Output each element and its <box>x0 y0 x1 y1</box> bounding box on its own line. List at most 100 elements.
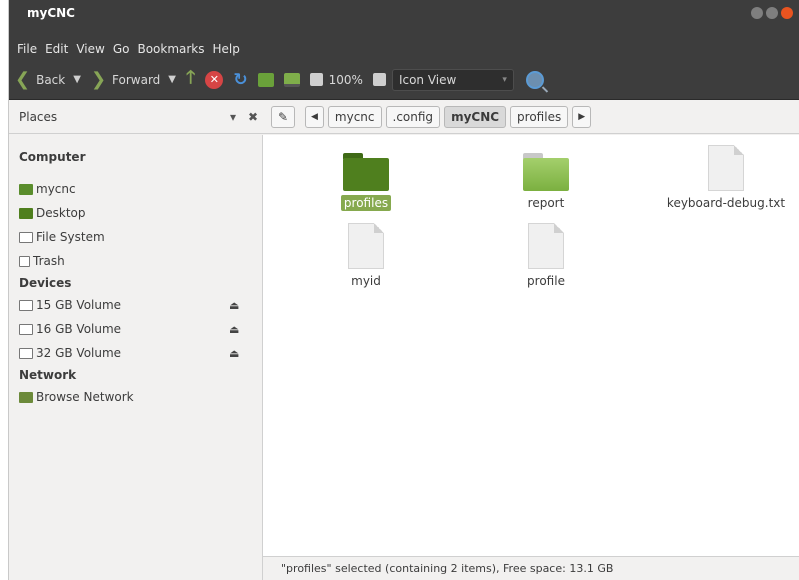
sidebar-item-file-system[interactable]: File System <box>9 225 262 249</box>
folder-icon <box>523 153 569 191</box>
stop-icon: ✕ <box>205 70 224 89</box>
sidebar-item-label: 15 GB Volume <box>36 298 122 312</box>
file-name: profile <box>527 274 565 288</box>
sidebar-item-browse-network[interactable]: Browse Network <box>9 385 262 409</box>
sidebar-item-label: 32 GB Volume <box>36 346 122 360</box>
menu-edit[interactable]: Edit <box>41 42 72 56</box>
status-bar: "profiles" selected (containing 2 items)… <box>263 556 799 580</box>
menu-file[interactable]: File <box>13 42 41 56</box>
zoom-in-button[interactable] <box>372 68 386 92</box>
home-button[interactable] <box>257 68 274 92</box>
sidebar-item-15gb-volume[interactable]: 15 GB Volume ⏏ <box>9 293 262 317</box>
file-view: profiles report keyboard-debug.txt myid … <box>263 135 799 580</box>
reload-button[interactable]: ↻ <box>233 68 247 92</box>
file-item-keyboard-debug[interactable]: keyboard-debug.txt <box>661 145 791 211</box>
breadcrumb-item-mycnc[interactable]: mycnc <box>327 105 382 128</box>
usb-drive-icon <box>19 347 33 359</box>
network-icon <box>19 391 33 403</box>
menu-view[interactable]: View <box>72 42 108 56</box>
places-selector[interactable]: Places <box>19 110 223 124</box>
section-title-devices: Devices <box>19 276 72 290</box>
eject-icon[interactable]: ⏏ <box>229 347 239 360</box>
reload-icon: ↻ <box>233 69 248 90</box>
breadcrumb-right-arrow-icon[interactable]: ▶ <box>572 105 592 128</box>
breadcrumb: ✎ ◀ mycnc .config myCNC profiles ▶ <box>263 100 799 134</box>
zoom-level: 100% <box>328 72 363 87</box>
title-bar: myCNC <box>9 0 799 38</box>
file-icon <box>528 223 564 269</box>
places-sidebar: Computer mycnc Desktop File System Trash… <box>9 135 263 580</box>
file-manager-window: myCNC File Edit View Go Bookmarks Help ❮… <box>8 0 799 580</box>
sidebar-item-label: Desktop <box>36 206 86 220</box>
file-name: myid <box>351 274 381 288</box>
back-dropdown-icon[interactable]: ▼ <box>73 74 81 85</box>
menu-bar: File Edit View Go Bookmarks Help <box>9 38 799 60</box>
zoom-in-icon <box>372 73 386 86</box>
menu-go[interactable]: Go <box>109 42 134 56</box>
breadcrumb-item-config[interactable]: .config <box>385 105 441 128</box>
eject-icon[interactable]: ⏏ <box>229 323 239 336</box>
sidebar-item-32gb-volume[interactable]: 32 GB Volume ⏏ <box>9 341 262 365</box>
folder-icon <box>343 153 389 191</box>
chevron-down-icon: ▾ <box>502 74 507 85</box>
drive-icon <box>19 299 33 311</box>
file-item-profiles[interactable]: profiles <box>301 153 431 211</box>
sidebar-item-label: 16 GB Volume <box>36 322 122 336</box>
sidebar-item-mycnc[interactable]: mycnc <box>9 177 262 201</box>
breadcrumb-item-mycnc-active[interactable]: myCNC <box>444 105 507 128</box>
forward-button[interactable]: ❯ Forward ▼ <box>91 68 176 92</box>
back-chevron-icon: ❮ <box>15 69 31 90</box>
window-controls <box>751 7 793 19</box>
computer-button[interactable] <box>283 68 300 92</box>
breadcrumb-item-profiles[interactable]: profiles <box>510 105 569 128</box>
desktop-icon <box>19 207 33 219</box>
menu-bookmarks[interactable]: Bookmarks <box>133 42 208 56</box>
window-title: myCNC <box>27 6 75 20</box>
sidebar-item-trash[interactable]: Trash <box>9 249 262 273</box>
sidebar-item-desktop[interactable]: Desktop <box>9 201 262 225</box>
pencil-icon: ✎ <box>277 109 289 124</box>
section-title-computer: Computer <box>19 150 86 164</box>
back-label: Back <box>36 72 66 87</box>
close-icon[interactable] <box>781 7 793 19</box>
file-item-profile[interactable]: profile <box>481 223 611 289</box>
file-item-report[interactable]: report <box>481 153 611 211</box>
file-icon <box>348 223 384 269</box>
forward-label: Forward <box>112 72 161 87</box>
maximize-icon[interactable] <box>766 7 778 19</box>
close-pane-icon[interactable]: ✖ <box>243 110 263 124</box>
trash-icon <box>19 255 30 267</box>
sidebar-item-16gb-volume[interactable]: 16 GB Volume ⏏ <box>9 317 262 341</box>
places-header: Places ▾ ✖ <box>9 100 263 134</box>
stop-button[interactable]: ✕ <box>205 68 224 92</box>
minimize-icon[interactable] <box>751 7 763 19</box>
edit-location-button[interactable]: ✎ <box>271 105 295 128</box>
eject-icon[interactable]: ⏏ <box>229 299 239 312</box>
menu-help[interactable]: Help <box>209 42 244 56</box>
search-icon[interactable] <box>525 70 544 89</box>
toolbar: ❮ Back ▼ ❯ Forward ▼ 🡑 ✕ ↻ 100% Icon Vie… <box>9 60 799 100</box>
sidebar-item-label: File System <box>36 230 105 244</box>
file-item-myid[interactable]: myid <box>301 223 431 289</box>
home-folder-icon <box>257 72 274 87</box>
forward-dropdown-icon[interactable]: ▼ <box>168 74 176 85</box>
file-name: keyboard-debug.txt <box>666 196 786 210</box>
text-file-icon <box>708 145 744 191</box>
sidebar-item-label: Trash <box>33 254 65 268</box>
up-button[interactable]: 🡑 <box>186 67 195 92</box>
view-mode-select[interactable]: Icon View ▾ <box>391 68 514 91</box>
drive-icon <box>19 231 33 243</box>
home-folder-icon <box>19 183 33 195</box>
file-name: report <box>527 196 565 210</box>
zoom-out-button[interactable]: 100% <box>309 68 363 92</box>
file-name: profiles <box>340 195 392 211</box>
computer-icon <box>283 72 300 87</box>
back-button[interactable]: ❮ Back ▼ <box>15 68 81 92</box>
sidebar-item-label: Browse Network <box>36 390 134 404</box>
chevron-down-icon[interactable]: ▾ <box>223 110 243 124</box>
view-mode-value: Icon View <box>398 72 457 87</box>
forward-chevron-icon: ❯ <box>90 69 107 90</box>
sidebar-item-label: mycnc <box>36 182 76 196</box>
breadcrumb-left-arrow-icon[interactable]: ◀ <box>305 105 324 128</box>
zoom-out-icon <box>309 73 323 86</box>
